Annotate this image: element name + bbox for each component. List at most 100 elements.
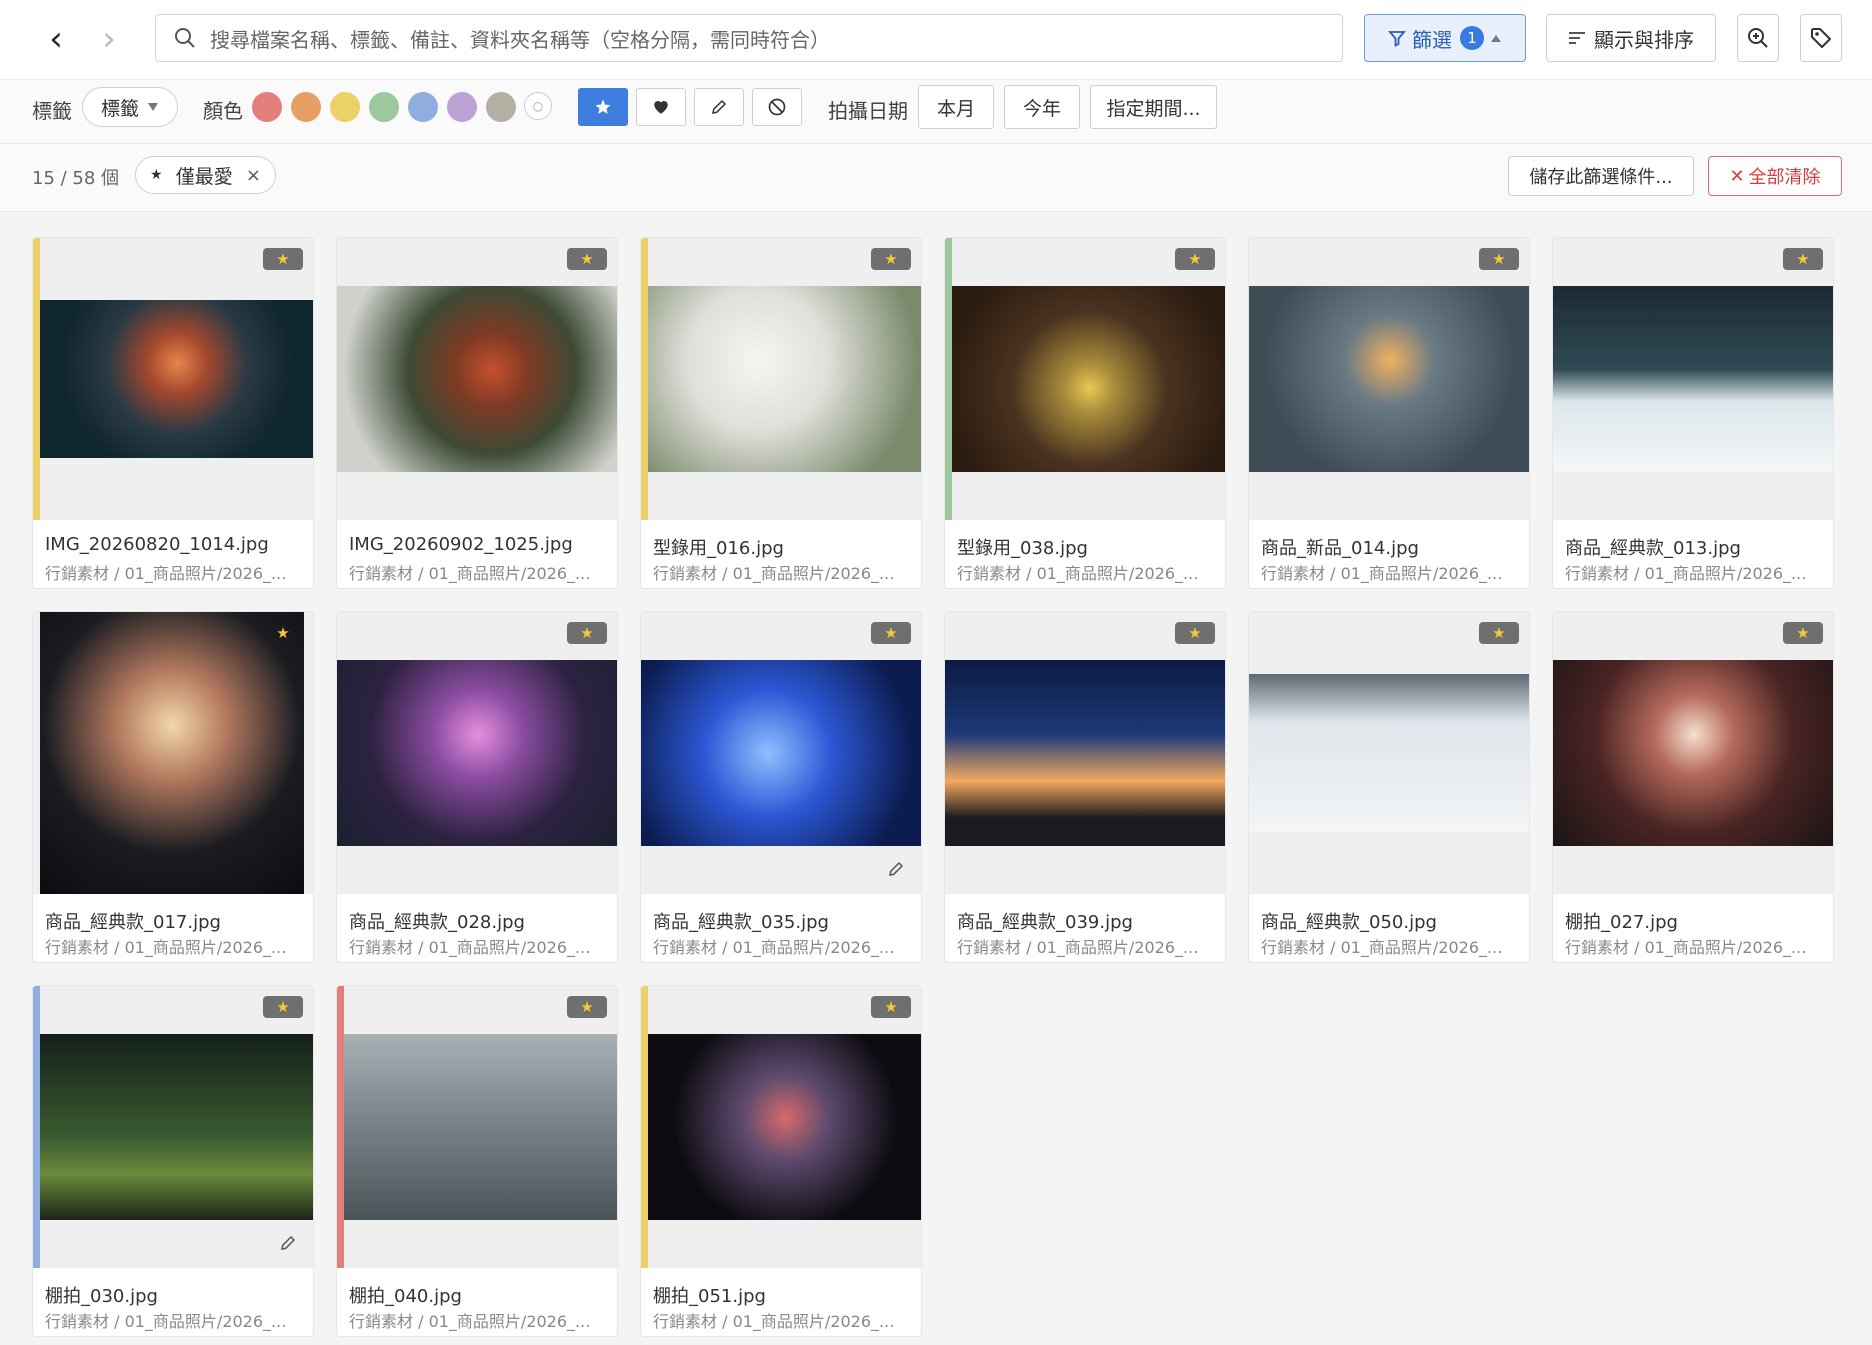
star-icon[interactable]: ★ — [1479, 622, 1519, 644]
star-icon[interactable]: ★ — [1479, 248, 1519, 270]
color-label-strip — [945, 238, 952, 520]
search-icon — [175, 28, 195, 48]
photo-card[interactable]: ★ 型錄用_016.jpg 行銷素材 / 01_商品照片/2026_... — [640, 237, 922, 589]
forward-icon[interactable]: › — [93, 22, 125, 58]
back-icon[interactable]: ‹ — [40, 22, 72, 58]
filter-excluded-button[interactable] — [752, 88, 802, 126]
filter-button[interactable]: 篩選 1 — [1364, 14, 1526, 62]
photo-thumbnail — [648, 1034, 921, 1220]
chip-label: 僅最愛 — [175, 165, 233, 188]
pencil-icon — [887, 860, 909, 882]
photo-thumbnail — [945, 660, 1225, 846]
photo-card[interactable]: ★ 商品_經典款_017.jpg 行銷素材 / 01_商品照片/2026_... — [32, 611, 314, 963]
heart-icon — [654, 101, 668, 114]
photo-thumbnail — [1553, 660, 1833, 846]
close-icon[interactable]: × — [246, 165, 261, 186]
display-sort-button[interactable]: 顯示與排序 — [1546, 14, 1716, 62]
sort-icon — [1569, 32, 1585, 44]
filter-favorite-button[interactable] — [578, 88, 628, 126]
color-dot-3[interactable] — [330, 92, 360, 122]
photo-thumbnail — [40, 300, 313, 458]
star-icon[interactable]: ★ — [263, 622, 303, 644]
photo-card[interactable]: ★ IMG_20260902_1025.jpg 行銷素材 / 01_商品照片/202… — [336, 237, 618, 589]
photo-thumbnail — [648, 286, 921, 472]
tag-icon — [1811, 28, 1831, 48]
top-toolbar: ‹ › 搜尋檔案名稱、標籤、備註、資料夾名稱等（空格分隔，需同時符合） 篩選 1… — [0, 0, 1872, 80]
photo-thumbnail — [337, 660, 617, 846]
photo-card[interactable]: ★ 棚拍_027.jpg 行銷素材 / 01_商品照片/2026_... — [1552, 611, 1834, 963]
filter-icon — [1388, 31, 1406, 47]
this-month-button[interactable]: 本月 — [918, 85, 994, 129]
star-icon[interactable]: ★ — [1783, 248, 1823, 270]
star-icon[interactable]: ★ — [1175, 622, 1215, 644]
photo-thumbnail — [952, 286, 1225, 472]
display-sort-label: 顯示與排序 — [1594, 27, 1694, 52]
color-dot-7[interactable] — [486, 92, 516, 122]
star-icon[interactable]: ★ — [871, 622, 911, 644]
file-name: 商品_經典款_039.jpg — [957, 912, 1133, 933]
star-icon[interactable]: ★ — [567, 996, 607, 1018]
clear-all-button[interactable]: ✕ 全部清除 — [1708, 156, 1842, 196]
star-icon[interactable]: ★ — [263, 248, 303, 270]
photo-card[interactable]: ★ 商品_經典款_050.jpg 行銷素材 / 01_商品照片/2026_... — [1248, 611, 1530, 963]
color-label-strip — [641, 238, 648, 520]
star-icon[interactable]: ★ — [871, 248, 911, 270]
save-filter-button[interactable]: 儲存此篩選條件... — [1508, 156, 1694, 196]
star-icon[interactable]: ★ — [1175, 248, 1215, 270]
photo-card[interactable]: ★ 棚拍_030.jpg 行銷素材 / 01_商品照片/2026_... — [32, 985, 314, 1337]
tag-dropdown-label: 標籤 — [100, 97, 139, 120]
color-dot-1[interactable] — [252, 92, 282, 122]
photo-card[interactable]: ★ 棚拍_040.jpg 行銷素材 / 01_商品照片/2026_... — [336, 985, 618, 1337]
photo-thumbnail — [641, 660, 921, 846]
filter-count-badge: 1 — [1460, 26, 1484, 50]
color-dot-2[interactable] — [291, 92, 321, 122]
file-path: 行銷素材 / 01_商品照片/2026_... — [653, 938, 895, 957]
pencil-icon — [279, 1234, 301, 1256]
result-count: 15 / 58 個 — [32, 168, 120, 189]
filter-panel: 標籤 標籤 顏色 ○ 拍攝日期 本月 今年 指定期間... 15 / 58 個 … — [0, 80, 1872, 212]
file-path: 行銷素材 / 01_商品照片/2026_... — [1261, 564, 1503, 583]
tag-dropdown[interactable]: 標籤 — [82, 87, 178, 127]
star-icon[interactable]: ★ — [567, 248, 607, 270]
photo-card[interactable]: ★ IMG_20260820_1014.jpg 行銷素材 / 01_商品照片/202… — [32, 237, 314, 589]
photo-thumbnail — [344, 1034, 617, 1220]
caret-up-icon — [1491, 35, 1501, 42]
this-year-button[interactable]: 今年 — [1004, 85, 1080, 129]
photo-thumbnail — [337, 286, 617, 472]
filter-edited-button[interactable] — [694, 88, 744, 126]
divider — [0, 143, 1872, 144]
search-input[interactable]: 搜尋檔案名稱、標籤、備註、資料夾名稱等（空格分隔，需同時符合） — [155, 14, 1343, 62]
photo-card[interactable]: ★ 棚拍_051.jpg 行銷素材 / 01_商品照片/2026_... — [640, 985, 922, 1337]
file-path: 行銷素材 / 01_商品照片/2026_... — [45, 564, 287, 583]
photo-thumbnail — [1553, 286, 1833, 472]
photo-card[interactable]: ★ 商品_經典款_035.jpg 行銷素材 / 01_商品照片/2026_... — [640, 611, 922, 963]
file-name: 商品_經典款_028.jpg — [349, 912, 525, 933]
photo-card[interactable]: ★ 商品_經典款_028.jpg 行銷素材 / 01_商品照片/2026_... — [336, 611, 618, 963]
color-none-dot[interactable]: ○ — [524, 92, 552, 120]
photo-thumbnail — [1249, 286, 1529, 472]
filter-label: 篩選 — [1412, 27, 1452, 52]
photo-card[interactable]: ★ 型錄用_038.jpg 行銷素材 / 01_商品照片/2026_... — [944, 237, 1226, 589]
color-dot-4[interactable] — [369, 92, 399, 122]
color-dot-5[interactable] — [408, 92, 438, 122]
tag-label: 標籤 — [32, 99, 72, 123]
zoom-button[interactable] — [1737, 14, 1779, 62]
date-range-button[interactable]: 指定期間... — [1090, 85, 1217, 129]
photo-card[interactable]: ★ 商品_經典款_039.jpg 行銷素材 / 01_商品照片/2026_... — [944, 611, 1226, 963]
close-icon: ✕ — [1729, 165, 1745, 187]
tag-button[interactable] — [1800, 14, 1842, 62]
favorite-only-chip[interactable]: ★ 僅最愛 × — [135, 156, 276, 194]
filter-heart-button[interactable] — [636, 88, 686, 126]
photo-card[interactable]: ★ 商品_經典款_013.jpg 行銷素材 / 01_商品照片/2026_... — [1552, 237, 1834, 589]
file-path: 行銷素材 / 01_商品照片/2026_... — [957, 564, 1199, 583]
ban-icon — [768, 98, 786, 116]
star-icon[interactable]: ★ — [871, 996, 911, 1018]
file-name: 棚拍_051.jpg — [653, 1286, 766, 1307]
file-name: 商品_經典款_013.jpg — [1565, 538, 1741, 559]
star-icon[interactable]: ★ — [567, 622, 607, 644]
star-icon[interactable]: ★ — [1783, 622, 1823, 644]
color-label: 顏色 — [203, 99, 243, 123]
photo-card[interactable]: ★ 商品_新品_014.jpg 行銷素材 / 01_商品照片/2026_... — [1248, 237, 1530, 589]
color-dot-6[interactable] — [447, 92, 477, 122]
star-icon[interactable]: ★ — [263, 996, 303, 1018]
